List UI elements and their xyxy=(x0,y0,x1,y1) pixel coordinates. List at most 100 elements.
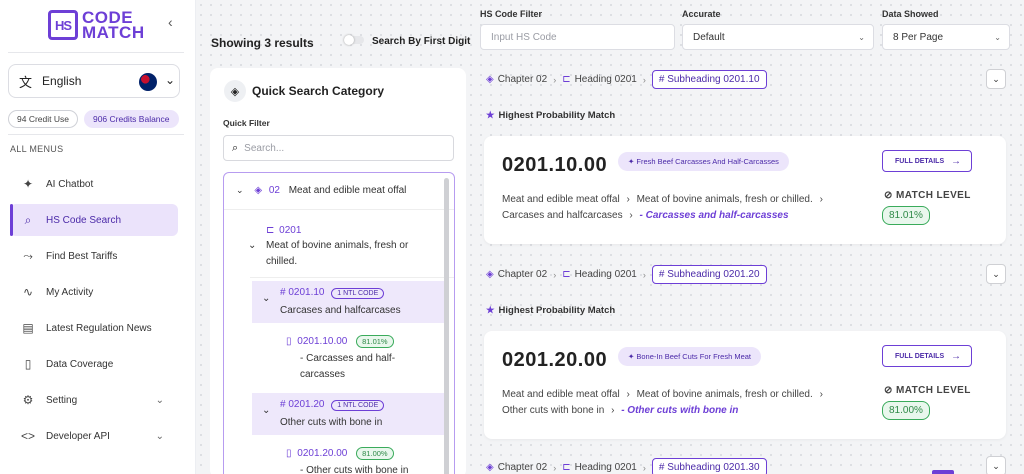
breadcrumb: ◈ Chapter 02 › ⊏ Heading 0201 › # Subhea… xyxy=(486,458,767,474)
result-description-badge: ✦ Fresh Beef Carcasses And Half-Carcasse… xyxy=(618,152,789,171)
layers-icon: ◈ xyxy=(486,462,494,473)
full-details-button[interactable]: FULL DETAILS → xyxy=(882,345,972,367)
sidebar: HS CODE MATCH ‹ 文 English ⌄ 94 Credit Us… xyxy=(0,0,196,474)
subheading-label: Carcases and halfcarcases xyxy=(280,305,401,316)
tree-subheading-0201-10[interactable]: # 0201.10 1 NTL CODE xyxy=(280,287,385,299)
layers-icon: ◈ xyxy=(254,185,263,196)
divider xyxy=(224,209,454,210)
collapse-sidebar-icon[interactable]: ‹ xyxy=(168,14,173,30)
match-level-label: ⊘ MATCH LEVEL xyxy=(884,190,971,201)
folder-icon: ⊏ xyxy=(562,74,571,85)
subheading-chip[interactable]: # Subheading 0201.10 xyxy=(651,70,767,89)
layers-icon: ◈ xyxy=(224,80,246,102)
hs-code-input[interactable] xyxy=(491,31,651,43)
chevron-down-icon: ⌄ xyxy=(262,293,271,304)
result-path-line2: Other cuts with bone in › - Other cuts w… xyxy=(502,405,739,416)
credit-use-badge: 94 Credit Use xyxy=(8,110,78,128)
hs-code-filter[interactable] xyxy=(480,24,675,50)
layers-icon: ◈ xyxy=(486,269,494,280)
menu-data-coverage[interactable]: ▯ Data Coverage xyxy=(10,348,178,380)
result-description-badge: ✦ Bone-In Beef Cuts For Fresh Meat xyxy=(618,347,762,366)
search-first-digit-toggle[interactable] xyxy=(344,35,364,45)
subheading-chip[interactable]: # Subheading 0201.20 xyxy=(651,265,767,284)
match-level-value: 81.00% xyxy=(882,401,930,420)
star-icon: ★ xyxy=(486,110,495,121)
divider xyxy=(8,52,184,53)
result-card: 0201.10.00 ✦ Fresh Beef Carcasses And Ha… xyxy=(484,136,1006,244)
ntl-code-badge: 1 NTL CODE xyxy=(331,288,385,299)
scrollbar[interactable] xyxy=(444,178,449,474)
quick-search-box[interactable]: ⌕ xyxy=(223,135,454,161)
quick-search-panel: ◈ Quick Search Category Quick Filter ⌕ ⌄… xyxy=(210,68,466,474)
data-showed-label: Data Showed xyxy=(882,9,939,19)
highest-probability-label: ★ Highest Probability Match xyxy=(486,305,616,316)
hs-filter-label: HS Code Filter xyxy=(480,9,543,19)
menu-my-activity[interactable]: ∿ My Activity xyxy=(10,276,178,308)
leaf-label: - Other cuts with bone in xyxy=(300,465,409,474)
document-icon: ▯ xyxy=(286,448,292,459)
chevron-down-icon: ⌄ xyxy=(236,185,244,195)
document-icon: ▯ xyxy=(286,336,292,347)
menu-setting[interactable]: ⚙ Setting ⌄ xyxy=(10,384,178,416)
result-path-line1: Meat and edible meat offal › Meat of bov… xyxy=(502,194,823,205)
chevron-down-icon: ⌄ xyxy=(262,405,271,416)
chevron-down-icon: ⌄ xyxy=(994,32,1001,42)
subheading-chip[interactable]: # Subheading 0201.30 xyxy=(651,458,767,474)
heading-label: Meat of bovine animals, fresh or xyxy=(266,240,409,251)
leaf-label: - Carcasses and half- xyxy=(300,353,396,364)
collapse-result-button[interactable]: ⌄ xyxy=(986,264,1006,284)
flag-icon xyxy=(139,73,157,91)
data-showed-select[interactable]: 8 Per Page ⌄ xyxy=(882,24,1010,50)
tree-heading-0201[interactable]: ⊏ 0201 xyxy=(266,225,301,236)
chevron-down-icon: ⌄ xyxy=(155,430,164,442)
menus-label: ALL MENUS xyxy=(10,144,64,154)
quick-search-title: Quick Search Category xyxy=(252,84,385,98)
menu-developer-api[interactable]: <> Developer API ⌄ xyxy=(10,420,178,452)
quick-search-input[interactable] xyxy=(244,142,445,154)
code-icon: <> xyxy=(20,429,35,443)
logo[interactable]: HS CODE MATCH xyxy=(48,9,145,41)
ntl-code-badge: 1 NTL CODE xyxy=(331,400,385,411)
gear-icon: ⚙ xyxy=(22,393,34,407)
match-level-label: ⊘ MATCH LEVEL xyxy=(884,385,971,396)
result-path-line2: Carcases and halfcarcases › - Carcasses … xyxy=(502,210,789,221)
breadcrumb: ◈ Chapter 02 › ⊏ Heading 0201 › # Subhea… xyxy=(486,70,767,89)
collapse-result-button[interactable]: ⌄ xyxy=(986,69,1006,89)
result-code: 0201.20.00 xyxy=(502,349,608,371)
tree-leaf-0201-20-00[interactable]: ▯ 0201.20.00 81.00% xyxy=(286,447,394,460)
sparkle-icon: ✦ xyxy=(22,177,34,191)
tree-chapter-02[interactable]: ⌄ ◈ 02 Meat and edible meat offal xyxy=(236,185,406,196)
folder-icon: ⊏ xyxy=(562,269,571,280)
menu-ai-chatbot[interactable]: ✦ AI Chatbot xyxy=(10,168,178,200)
language-label: English xyxy=(42,74,82,88)
menu-latest-regulation-news[interactable]: ▤ Latest Regulation News xyxy=(10,312,178,344)
full-details-button[interactable]: FULL DETAILS → xyxy=(882,150,972,172)
arrow-right-icon: → xyxy=(951,350,961,362)
search-icon: ⌕ xyxy=(24,212,32,227)
chevron-down-icon: ⌄ xyxy=(165,73,176,87)
result-path-line1: Meat and edible meat offal › Meat of bov… xyxy=(502,389,823,400)
category-tree: ⌄ ◈ 02 Meat and edible meat offal ⊏ 0201… xyxy=(223,172,455,474)
translate-icon: 文 xyxy=(19,74,33,90)
activity-icon: ∿ xyxy=(22,285,34,299)
breadcrumb: ◈ Chapter 02 › ⊏ Heading 0201 › # Subhea… xyxy=(486,265,767,284)
divider xyxy=(8,134,184,135)
match-percent-badge: 81.01% xyxy=(356,335,394,348)
match-level-value: 81.01% xyxy=(882,206,930,225)
floating-action-button[interactable] xyxy=(932,470,954,474)
match-percent-badge: 81.00% xyxy=(356,447,394,460)
star-icon: ★ xyxy=(486,305,495,316)
menu-hs-code-search[interactable]: ⌕ HS Code Search xyxy=(10,204,178,236)
menu-find-best-tariffs[interactable]: ⤳ Find Best Tariffs xyxy=(10,240,178,272)
quick-filter-label: Quick Filter xyxy=(223,118,270,128)
accurate-select[interactable]: Default ⌄ xyxy=(682,24,874,50)
chevron-down-icon: ⌄ xyxy=(858,32,865,42)
toggle-label: Search By First Digit xyxy=(372,36,471,47)
credits: 94 Credit Use 906 Credits Balance xyxy=(8,110,179,128)
tree-leaf-0201-10-00[interactable]: ▯ 0201.10.00 81.01% xyxy=(286,335,394,348)
language-select[interactable]: 文 English ⌄ xyxy=(8,64,180,98)
tree-subheading-0201-20[interactable]: # 0201.20 1 NTL CODE xyxy=(280,399,385,411)
result-code: 0201.10.00 xyxy=(502,154,608,176)
collapse-result-button[interactable]: ⌄ xyxy=(986,456,1006,474)
chevron-down-icon: ⌄ xyxy=(248,240,257,251)
